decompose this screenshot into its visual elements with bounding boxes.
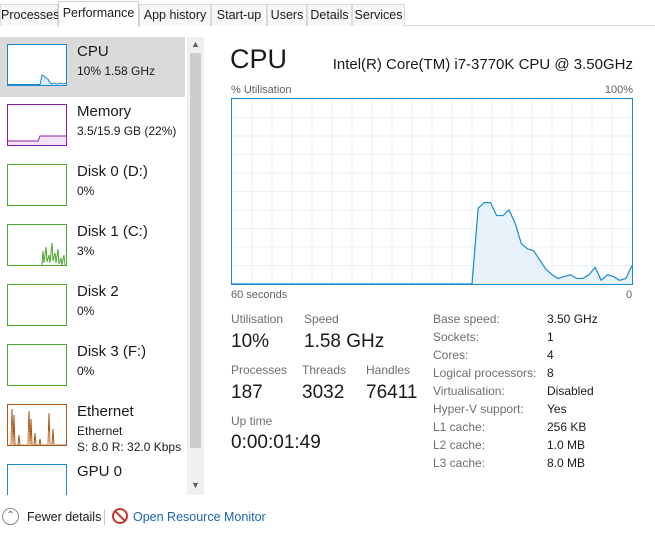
resource-name: Disk 3 (F:) [77, 343, 147, 360]
resource-item-ethernet[interactable]: Ethernet Ethernet S: 8.0 R: 32.0 Kbps [0, 397, 185, 457]
disk-2-thumbnail-graph [7, 284, 67, 326]
uptime-label: Up time [231, 414, 273, 428]
resource-summary: 0% [77, 184, 95, 198]
open-resource-monitor-link[interactable]: Open Resource Monitor [133, 510, 266, 524]
processes-value: 187 [231, 382, 263, 403]
resource-item-disk-1[interactable]: Disk 1 (C:) 3% [0, 217, 185, 277]
processes-label: Processes [231, 363, 288, 377]
cpu-thumbnail-graph [7, 44, 67, 86]
resource-name: Disk 1 (C:) [77, 223, 148, 240]
scroll-up-icon[interactable]: ▲ [187, 37, 204, 52]
memory-thumbnail-graph [7, 104, 67, 146]
spec-value: 8 [547, 366, 554, 380]
footer-divider [104, 509, 105, 525]
gpu-0-thumbnail-graph [7, 464, 67, 495]
tab-bar: Processes Performance App history Start-… [0, 0, 655, 27]
spec-value: 1.0 MB [547, 438, 586, 452]
resource-name: Disk 2 [77, 283, 119, 300]
disk-1-thumbnail-graph [7, 224, 67, 266]
spec-value: Yes [547, 402, 567, 416]
page-title: CPU [230, 44, 288, 74]
threads-value: 3032 [302, 382, 345, 403]
resource-list: CPU 10% 1.58 GHz Memory 3.5/15.9 GB (22%… [0, 37, 187, 495]
cpu-model: Intel(R) Core(TM) i7-3770K CPU @ 3.50GHz [332, 56, 633, 73]
spec-label: L1 cache: [433, 420, 486, 434]
resource-summary: 0% [77, 304, 95, 318]
tab-app-history[interactable]: App history [139, 4, 211, 26]
spec-label: Sockets: [433, 330, 480, 344]
resource-item-disk-0[interactable]: Disk 0 (D:) 0% [0, 157, 185, 217]
spec-value: 8.0 MB [547, 456, 586, 470]
resource-item-cpu[interactable]: CPU 10% 1.58 GHz [0, 37, 185, 97]
speed-value: 1.58 GHz [304, 331, 385, 352]
resource-name: Memory [77, 103, 132, 120]
graph-x-label: 60 seconds [231, 289, 288, 301]
resource-throughput: S: 8.0 R: 32.0 Kbps [77, 440, 182, 454]
disk-3-thumbnail-graph [7, 344, 67, 386]
utilisation-value: 10% [231, 331, 270, 352]
resource-name: CPU [77, 43, 109, 60]
resource-summary: 3.5/15.9 GB (22%) [77, 124, 177, 138]
spec-value: 1 [547, 330, 554, 344]
spec-value: Disabled [547, 384, 594, 398]
spec-label: Base speed: [433, 312, 500, 326]
ethernet-thumbnail-graph [7, 404, 67, 446]
scroll-down-icon[interactable]: ▼ [187, 478, 204, 493]
resource-item-gpu-0[interactable]: GPU 0 [0, 457, 185, 495]
spec-label: Virtualisation: [433, 384, 505, 398]
cpu-utilisation-graph [231, 98, 633, 285]
tab-users[interactable]: Users [267, 4, 307, 26]
resource-item-disk-3[interactable]: Disk 3 (F:) 0% [0, 337, 185, 397]
footer: ⌃ Fewer details Open Resource Monitor [0, 500, 655, 537]
spec-value: 3.50 GHz [547, 312, 598, 326]
graph-y-label: % Utilisation [231, 84, 292, 96]
tab-start-up[interactable]: Start-up [211, 4, 267, 26]
spec-label: Logical processors: [433, 366, 537, 380]
fewer-details-button[interactable]: Fewer details [27, 510, 101, 524]
utilisation-label: Utilisation [231, 312, 284, 326]
resource-adapter: Ethernet [77, 424, 123, 438]
disk-0-thumbnail-graph [7, 164, 67, 206]
scrollbar-thumb[interactable] [190, 53, 201, 448]
resource-monitor-icon[interactable] [112, 508, 128, 524]
resource-summary: 10% 1.58 GHz [77, 64, 156, 78]
handles-label: Handles [366, 363, 411, 377]
resource-item-disk-2[interactable]: Disk 2 0% [0, 277, 185, 337]
resource-name: GPU 0 [77, 463, 123, 480]
resource-name: Ethernet [77, 403, 134, 420]
resource-item-memory[interactable]: Memory 3.5/15.9 GB (22%) [0, 97, 185, 157]
spec-label: L3 cache: [433, 456, 486, 470]
graph-x-end-label: 0 [626, 289, 633, 301]
resource-summary: 3% [77, 244, 95, 258]
handles-value: 76411 [366, 382, 418, 403]
speed-label: Speed [304, 312, 339, 326]
chevron-up-icon[interactable]: ⌃ [2, 508, 19, 525]
spec-label: Hyper-V support: [433, 402, 524, 416]
tab-performance[interactable]: Performance [58, 1, 139, 27]
resource-list-scrollbar[interactable]: ▲ ▼ [187, 37, 204, 495]
spec-value: 256 KB [547, 420, 587, 434]
uptime-value: 0:00:01:49 [231, 432, 321, 453]
tab-services[interactable]: Services [352, 4, 405, 26]
spec-label: L2 cache: [433, 438, 486, 452]
graph-y-max-label: 100% [604, 84, 633, 96]
resource-name: Disk 0 (D:) [77, 163, 148, 180]
spec-label: Cores: [433, 348, 469, 362]
threads-label: Threads [302, 363, 347, 377]
resource-summary: 0% [77, 364, 95, 378]
spec-value: 4 [547, 348, 554, 362]
tab-processes[interactable]: Processes [0, 4, 59, 26]
tab-details[interactable]: Details [307, 4, 352, 26]
